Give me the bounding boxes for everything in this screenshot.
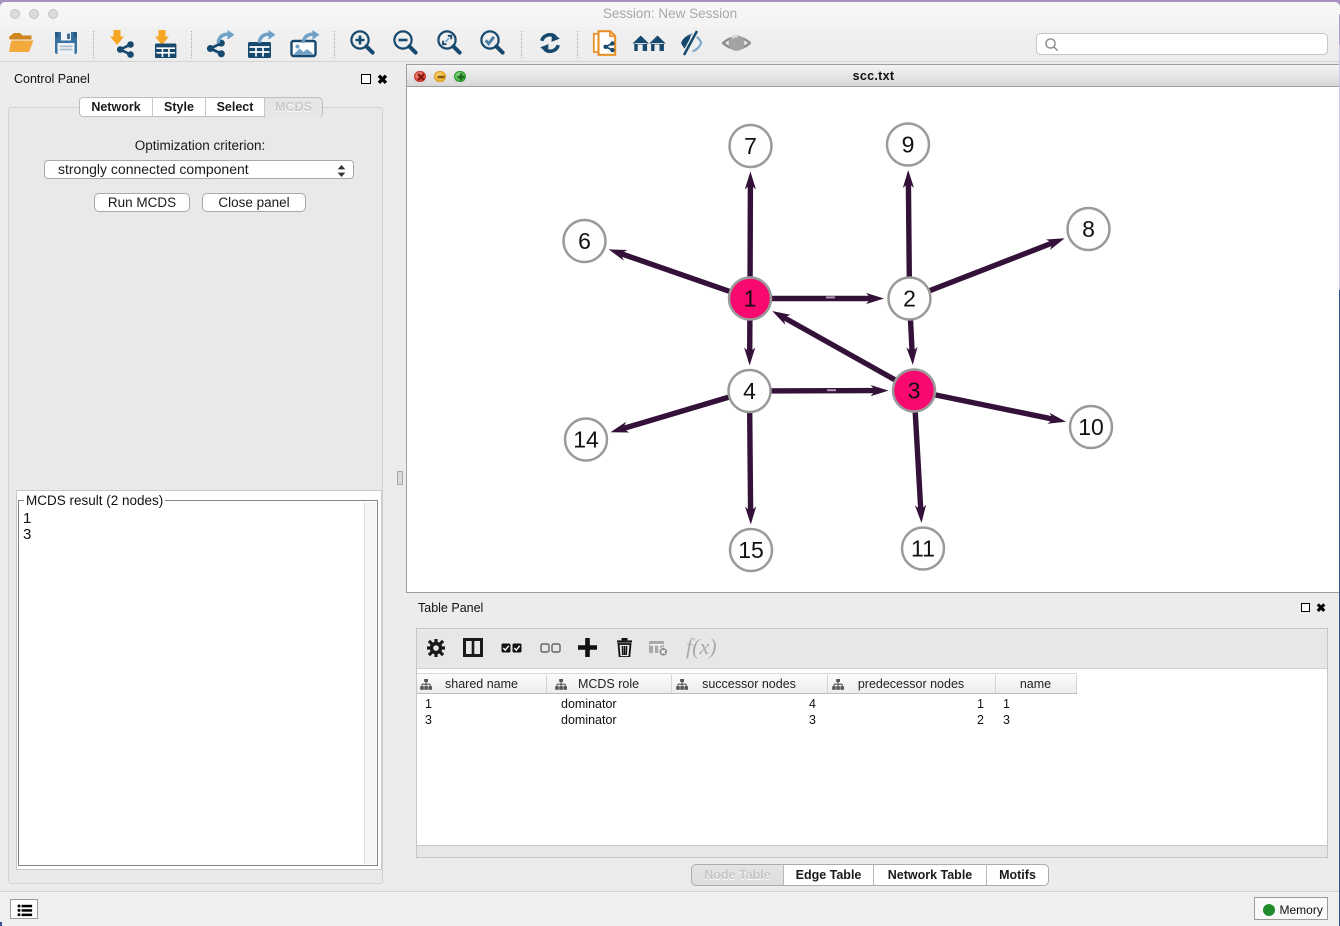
svg-text:11: 11 xyxy=(911,536,935,562)
svg-text:6: 6 xyxy=(578,228,591,254)
svg-text:15: 15 xyxy=(738,537,764,563)
svg-text:8: 8 xyxy=(1082,216,1095,242)
svg-text:9: 9 xyxy=(902,132,915,158)
svg-text:2: 2 xyxy=(903,286,916,312)
svg-text:10: 10 xyxy=(1078,414,1104,440)
svg-text:3: 3 xyxy=(908,378,921,404)
svg-text:14: 14 xyxy=(573,427,599,453)
svg-text:7: 7 xyxy=(744,133,757,159)
svg-text:1: 1 xyxy=(744,286,757,312)
svg-text:4: 4 xyxy=(743,378,756,404)
